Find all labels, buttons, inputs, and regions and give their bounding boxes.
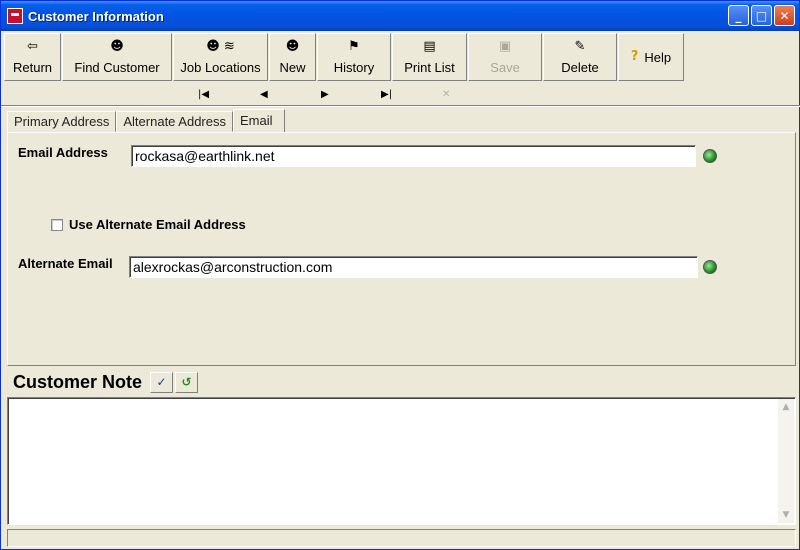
undo-button[interactable]: ↺: [175, 371, 199, 393]
toolbar-divider: [1, 105, 800, 107]
customer-note-header: Customer Note ✓ ↺: [7, 369, 796, 395]
close-button[interactable]: ✕: [774, 5, 795, 26]
find-customer-label: Find Customer: [74, 60, 160, 75]
scroll-up-icon[interactable]: ▲: [778, 399, 794, 415]
minimize-button[interactable]: _: [728, 5, 749, 26]
history-button[interactable]: ⚑ History: [317, 33, 391, 81]
customer-information-window: Customer Information _ □ ✕ ⇦ Return ☻ Fi…: [0, 0, 800, 550]
last-record-icon[interactable]: ▶|: [381, 89, 392, 100]
toolbar: ⇦ Return ☻ Find Customer ☻ ≋ Job Locatio…: [4, 33, 797, 83]
save-label: Save: [490, 60, 520, 75]
job-locations-icon: ☻ ≋: [206, 39, 235, 54]
email-tab-panel: Email Address rockasa@earthlink.net Use …: [7, 132, 796, 366]
send-email-icon[interactable]: [703, 149, 717, 163]
tab-alternate-address[interactable]: Alternate Address: [116, 111, 233, 132]
new-icon: ☻: [285, 39, 300, 54]
tab-email[interactable]: Email: [233, 109, 285, 132]
title-bar[interactable]: Customer Information _ □ ✕: [1, 1, 799, 31]
help-icon: ?: [630, 49, 639, 64]
return-icon: ⇦: [27, 39, 38, 54]
status-bar: [7, 529, 796, 547]
email-address-label: Email Address: [18, 145, 108, 160]
printer-icon: ▤: [423, 39, 436, 54]
cancel-icon[interactable]: ✕: [442, 89, 450, 100]
app-icon: [7, 8, 23, 24]
print-list-button[interactable]: ▤ Print List: [392, 33, 467, 81]
record-navigator: |◀ ◀ ▶ ▶| ✕: [1, 89, 800, 105]
use-alternate-email-checkbox[interactable]: [51, 219, 63, 231]
delete-label: Delete: [561, 60, 599, 75]
save-icon: ▣: [498, 39, 512, 54]
print-list-label: Print List: [404, 60, 455, 75]
undo-icon: ↺: [181, 375, 192, 389]
delete-icon: ✎: [574, 39, 586, 54]
return-label: Return: [12, 60, 53, 75]
maximize-button[interactable]: □: [751, 5, 772, 26]
job-locations-label: Job Locations: [180, 60, 261, 75]
job-locations-button[interactable]: ☻ ≋ Job Locations: [173, 33, 268, 81]
send-alternate-email-icon[interactable]: [703, 260, 717, 274]
email-address-field[interactable]: rockasa@earthlink.net: [131, 145, 696, 167]
tab-strip: Primary Address Alternate Address Email: [7, 109, 285, 132]
history-icon: ⚑: [348, 39, 360, 54]
alternate-email-field[interactable]: alexrockas@arconstruction.com: [129, 256, 698, 278]
previous-record-icon[interactable]: ◀: [260, 89, 268, 100]
note-scrollbar[interactable]: ▲ ▼: [778, 399, 794, 523]
help-button[interactable]: ? Help: [618, 33, 684, 81]
delete-button[interactable]: ✎ Delete: [543, 33, 617, 81]
spellcheck-icon: ✓: [156, 375, 167, 389]
window-title: Customer Information: [28, 8, 164, 24]
return-button[interactable]: ⇦ Return: [4, 33, 61, 81]
scroll-down-icon[interactable]: ▼: [778, 507, 794, 523]
help-label: Help: [644, 49, 672, 65]
find-customer-icon: ☻: [110, 39, 124, 54]
spellcheck-button[interactable]: ✓: [150, 371, 174, 393]
first-record-icon[interactable]: |◀: [198, 89, 209, 100]
new-button[interactable]: ☻ New: [269, 33, 316, 81]
use-alternate-email-label: Use Alternate Email Address: [69, 217, 246, 232]
save-button[interactable]: ▣ Save: [468, 33, 542, 81]
new-label: New: [279, 60, 306, 75]
customer-note-textarea[interactable]: ▲ ▼: [7, 397, 796, 525]
next-record-icon[interactable]: ▶: [321, 89, 329, 100]
history-label: History: [333, 60, 375, 75]
tab-primary-address[interactable]: Primary Address: [7, 111, 117, 132]
alternate-email-label: Alternate Email: [18, 256, 113, 271]
customer-note-title: Customer Note: [13, 371, 143, 392]
find-customer-button[interactable]: ☻ Find Customer: [62, 33, 172, 81]
